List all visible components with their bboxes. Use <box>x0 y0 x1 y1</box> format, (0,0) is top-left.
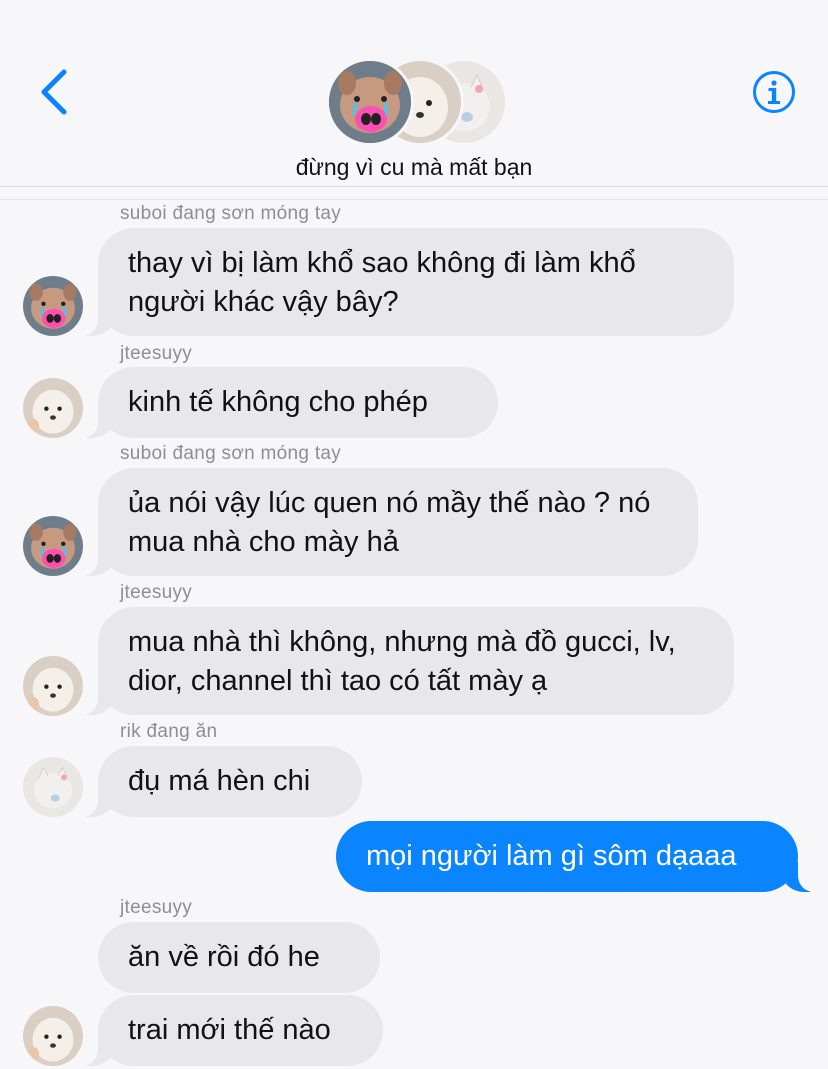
sender-name: suboi đang sơn móng tay <box>120 443 342 464</box>
message-bubble-incoming[interactable]: mua nhà thì không, nhưng mà đồ gucci, lv… <box>76 607 734 715</box>
avatar-pig[interactable] <box>23 276 83 336</box>
sender-name: rik đang ăn <box>120 721 218 742</box>
chevron-left-icon <box>41 69 67 115</box>
avatar-dog[interactable] <box>23 378 83 438</box>
message-bubble-incoming[interactable]: đụ má hèn chi <box>76 746 362 817</box>
message-text: đụ má hèn chi <box>128 765 311 797</box>
info-circle-icon <box>753 71 795 113</box>
message-text: ăn về rồi đó he <box>128 941 320 973</box>
group-avatar-pig <box>326 58 414 146</box>
sender-name: jteesuyy <box>120 897 193 918</box>
sender-name: jteesuyy <box>120 582 193 603</box>
avatar-dog[interactable] <box>23 656 83 716</box>
message-text: mọi người làm gì sôm dạaaa <box>366 840 737 872</box>
avatar-pig[interactable] <box>23 516 83 576</box>
message-bubble-outgoing[interactable]: mọi người làm gì sôm dạaaa <box>336 821 820 892</box>
message-text: trai mới thế nào <box>128 1014 331 1046</box>
chat-header: đừng vì cu mà mất bạn <box>0 0 828 187</box>
info-button[interactable] <box>752 70 796 114</box>
message-bubble-incoming[interactable]: thay vì bị làm khổ sao không đi làm khổ … <box>76 228 734 336</box>
group-avatar-stack[interactable] <box>326 58 508 146</box>
message-bubble-incoming[interactable]: ăn về rồi đó he <box>98 922 380 993</box>
avatar-dog[interactable] <box>23 1006 83 1066</box>
sender-name: suboi đang sơn móng tay <box>120 203 342 224</box>
message-text: thay vì bị làm khổ sao không đi làm khổ … <box>128 247 636 318</box>
chat-title[interactable]: đừng vì cu mà mất bạn <box>0 154 828 181</box>
message-text: mua nhà thì không, nhưng mà đồ gucci, lv… <box>128 626 676 697</box>
back-button[interactable] <box>34 68 74 116</box>
avatar-cat[interactable] <box>23 757 83 817</box>
message-text: ủa nói vậy lúc quen nó mầy thế nào ? nó … <box>128 487 651 558</box>
header-divider <box>0 199 828 200</box>
message-bubble-incoming[interactable]: kinh tế không cho phép <box>76 367 498 438</box>
message-text: kinh tế không cho phép <box>128 386 428 418</box>
sender-name: jteesuyy <box>120 343 193 364</box>
message-bubble-incoming[interactable]: trai mới thế nào <box>76 995 383 1066</box>
message-bubble-incoming[interactable]: ủa nói vậy lúc quen nó mầy thế nào ? nó … <box>76 468 698 576</box>
